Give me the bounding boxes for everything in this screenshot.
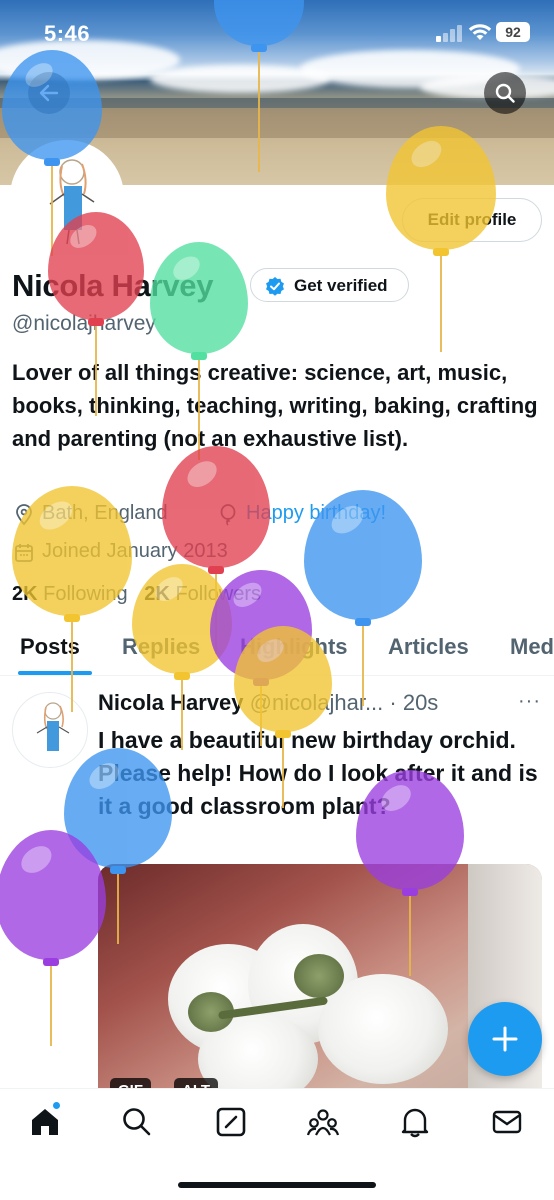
bell-icon[interactable] bbox=[398, 1105, 432, 1139]
back-button[interactable] bbox=[28, 72, 70, 114]
wifi-icon bbox=[468, 24, 492, 40]
location-text: Bath, England bbox=[42, 502, 168, 524]
profile-website[interactable]: Happy birthday! bbox=[218, 502, 438, 528]
tweet-avatar[interactable] bbox=[12, 692, 88, 768]
get-verified-button[interactable]: Get verified bbox=[250, 268, 409, 302]
tweet-header: Nicola Harvey @nicolajhar... · 20s bbox=[98, 690, 438, 716]
verified-badge-icon bbox=[266, 277, 284, 296]
communities-icon[interactable] bbox=[306, 1105, 340, 1139]
tweet-author-name[interactable]: Nicola Harvey bbox=[98, 690, 244, 715]
followers-label: Followers bbox=[175, 583, 262, 605]
edit-profile-button[interactable]: Edit profile bbox=[402, 198, 542, 242]
profile-avatar[interactable] bbox=[10, 140, 124, 254]
location-pin-icon bbox=[16, 504, 32, 526]
profile-handle: @nicolajharvey bbox=[12, 312, 156, 335]
tab-replies[interactable]: Replies bbox=[122, 634, 200, 660]
status-time: 5:46 bbox=[44, 21, 91, 46]
profile-joined: Joined January 2013 bbox=[14, 540, 294, 566]
search-button[interactable] bbox=[484, 72, 526, 114]
search-icon[interactable] bbox=[120, 1105, 154, 1139]
profile-bio: Lover of all things creative: science, a… bbox=[12, 360, 538, 451]
mail-icon[interactable] bbox=[490, 1105, 524, 1139]
following-link[interactable]: 2K Following bbox=[12, 583, 128, 605]
tab-posts[interactable]: Posts bbox=[20, 634, 80, 660]
balloon-icon bbox=[220, 504, 236, 526]
back-arrow-icon bbox=[39, 84, 59, 102]
tweet-text: I have a beautiful new birthday orchid. … bbox=[98, 727, 538, 819]
home-notification-dot bbox=[52, 1101, 61, 1110]
cellular-signal-icon bbox=[436, 24, 464, 42]
website-link[interactable]: Happy birthday! bbox=[246, 502, 386, 525]
drawing-avatar-image bbox=[36, 702, 70, 751]
grok-icon[interactable] bbox=[214, 1105, 248, 1139]
compose-button[interactable] bbox=[468, 1002, 542, 1076]
balloon-purple bbox=[0, 830, 106, 1050]
tab-articles[interactable]: Articles bbox=[388, 634, 469, 660]
drawing-avatar-image bbox=[49, 159, 95, 245]
home-indicator bbox=[178, 1182, 376, 1188]
active-tab-indicator bbox=[18, 671, 92, 675]
following-label: Following bbox=[43, 583, 128, 605]
calendar-icon bbox=[15, 544, 33, 562]
profile-name: Nicola Harvey bbox=[12, 268, 214, 303]
get-verified-label: Get verified bbox=[294, 276, 388, 295]
followers-link[interactable]: 2K Followers bbox=[144, 583, 261, 605]
tweet-more-button[interactable]: ··· bbox=[518, 690, 541, 713]
tweet-handle-time: @nicolajhar... · 20s bbox=[249, 690, 439, 715]
joined-text: Joined January 2013 bbox=[42, 540, 228, 562]
profile-location: Bath, England bbox=[14, 502, 204, 528]
followers-count: 2K bbox=[144, 583, 170, 605]
battery-indicator: 92 bbox=[496, 22, 530, 42]
plus-icon bbox=[492, 1026, 518, 1052]
tweet-media-gif[interactable]: GIF ALT bbox=[98, 864, 542, 1104]
following-count: 2K bbox=[12, 583, 38, 605]
profile-tabs: Posts Replies Highlights Articles Media bbox=[0, 626, 554, 676]
status-bar: 5:46 92 bbox=[0, 0, 554, 62]
tab-media[interactable]: Media bbox=[510, 634, 554, 660]
search-icon bbox=[495, 83, 515, 103]
tab-highlights[interactable]: Highlights bbox=[240, 634, 348, 660]
home-icon[interactable] bbox=[28, 1105, 62, 1139]
follow-stats: 2K Following 2K Followers bbox=[12, 583, 261, 606]
